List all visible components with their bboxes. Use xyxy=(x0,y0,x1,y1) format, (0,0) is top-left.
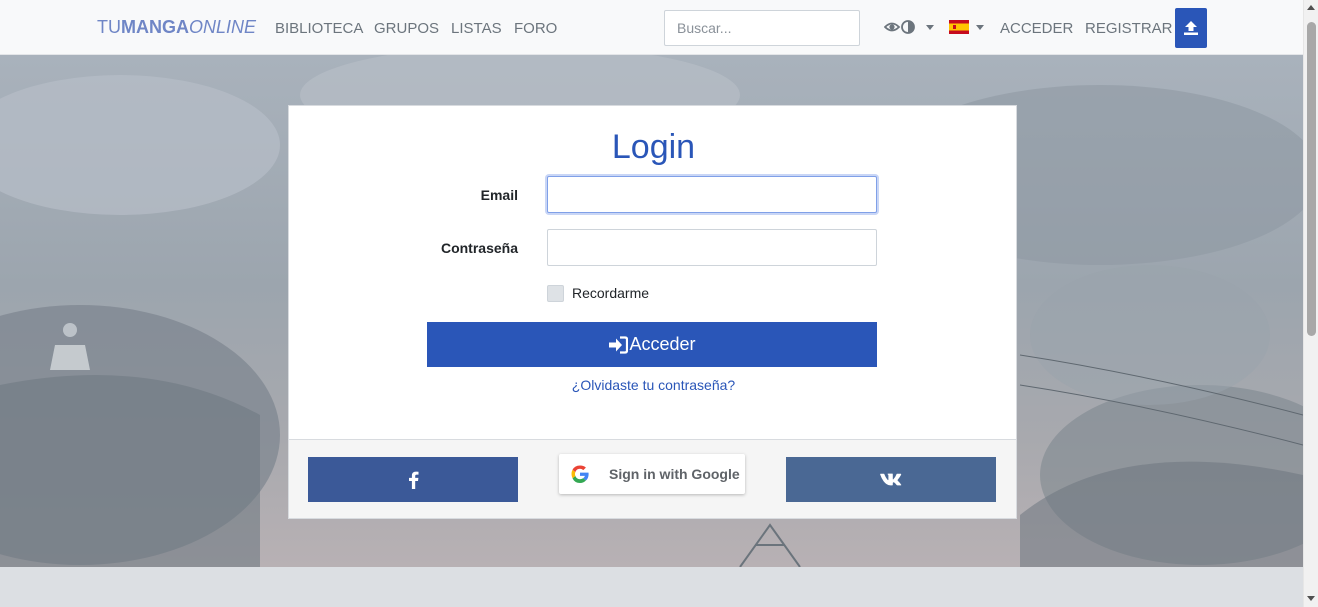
social-login-footer: Sign in with Google xyxy=(289,439,1016,518)
chevron-down-icon xyxy=(926,25,934,30)
login-link[interactable]: ACCEDER xyxy=(1000,20,1073,37)
scrollbar-thumb[interactable] xyxy=(1307,22,1316,336)
password-label: Contraseña xyxy=(440,240,518,256)
upload-icon xyxy=(1184,21,1198,35)
nav-foro[interactable]: FORO xyxy=(514,20,557,37)
email-field[interactable] xyxy=(547,176,877,213)
vk-login-button[interactable] xyxy=(786,457,996,502)
upload-button[interactable] xyxy=(1175,8,1207,48)
email-label: Email xyxy=(480,187,518,203)
scroll-down-arrow-icon[interactable] xyxy=(1307,596,1315,601)
spain-flag-icon xyxy=(949,20,969,34)
vk-icon xyxy=(880,473,902,486)
scroll-up-arrow-icon[interactable] xyxy=(1307,5,1315,10)
password-field[interactable] xyxy=(547,229,877,266)
chevron-down-icon xyxy=(976,25,984,30)
register-link[interactable]: REGISTRAR xyxy=(1085,20,1173,37)
forgot-password-link[interactable]: ¿Olvidaste tu contraseña? xyxy=(289,377,1018,393)
login-submit-label: Acceder xyxy=(629,334,696,354)
google-signin-label: Sign in with Google xyxy=(609,466,740,482)
google-icon xyxy=(571,465,589,483)
nav-grupos[interactable]: GRUPOS xyxy=(374,20,439,37)
remember-checkbox[interactable] xyxy=(547,285,564,302)
top-navbar: TUMANGAONLINE BIBLIOTECA GRUPOS LISTAS F… xyxy=(0,0,1303,55)
page-scrollbar[interactable] xyxy=(1303,0,1318,607)
login-title: Login xyxy=(611,128,696,166)
sign-in-icon xyxy=(609,335,629,354)
view-mode-toggle[interactable] xyxy=(884,18,936,38)
nav-listas[interactable]: LISTAS xyxy=(451,20,502,37)
facebook-icon xyxy=(408,471,418,489)
facebook-login-button[interactable] xyxy=(308,457,518,502)
remember-label[interactable]: Recordarme xyxy=(572,285,649,301)
page-lower-area xyxy=(0,567,1303,607)
language-toggle[interactable] xyxy=(949,18,987,38)
login-submit-button[interactable]: Acceder xyxy=(427,322,877,367)
nav-biblioteca[interactable]: BIBLIOTECA xyxy=(275,20,363,37)
eye-icon xyxy=(884,20,915,34)
search-input[interactable] xyxy=(664,10,860,46)
google-signin-button[interactable]: Sign in with Google xyxy=(559,454,745,494)
login-card: Login Email Contraseña Recordarme Accede… xyxy=(288,105,1017,519)
brand-logo[interactable]: TUMANGAONLINE xyxy=(97,17,256,38)
